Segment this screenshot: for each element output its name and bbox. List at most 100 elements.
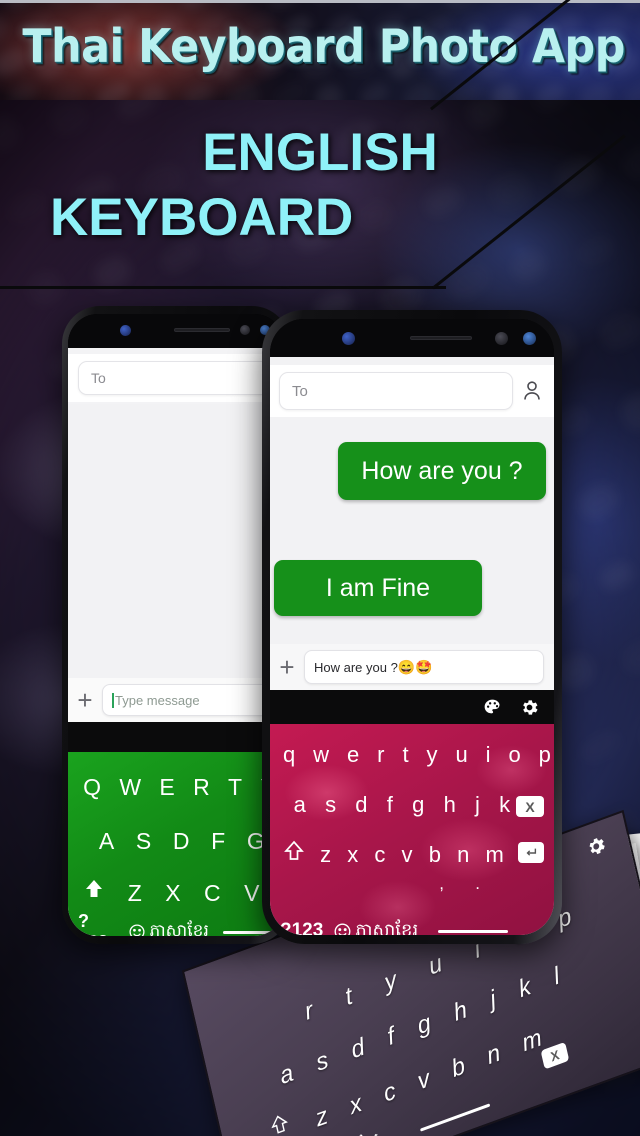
- front-keyboard-row-2[interactable]: asdfghjkl: [284, 792, 544, 818]
- tilted-keyboard-key-k[interactable]: k: [516, 973, 534, 1005]
- smiley-icon[interactable]: [333, 922, 352, 935]
- back-keyboard-key-R[interactable]: R: [193, 774, 210, 801]
- gear-icon[interactable]: [583, 832, 609, 861]
- tilted-keyboard-key-t[interactable]: t: [343, 982, 356, 1012]
- front-keyboard-key-m[interactable]: m: [486, 842, 504, 868]
- tilted-keyboard-key-r[interactable]: r: [302, 997, 316, 1027]
- front-keyboard-key-i[interactable]: i: [486, 742, 491, 768]
- front-keyboard-key-g[interactable]: g: [412, 792, 424, 818]
- back-to-field[interactable]: To: [78, 361, 274, 395]
- tilted-keyboard-key-g[interactable]: g: [415, 1009, 434, 1041]
- front-keyboard-key-o[interactable]: o: [508, 742, 520, 768]
- back-language-key[interactable]: ភាសាខ្មែរ: [149, 920, 208, 937]
- phone-back-top-bezel: [68, 314, 284, 348]
- front-keyboard[interactable]: qwertyuiop asdfghjkl zxcvbnm X ,: [270, 724, 554, 935]
- front-to-field[interactable]: To: [279, 372, 513, 410]
- plus-icon[interactable]: +: [68, 687, 102, 713]
- front-keyboard-key-x[interactable]: x: [347, 842, 358, 868]
- front-keyboard-key-s[interactable]: s: [325, 792, 336, 818]
- tilted-spacebar[interactable]: [420, 1103, 491, 1132]
- back-keyboard-toolbar: [68, 722, 284, 752]
- front-keyboard-key-v[interactable]: v: [402, 842, 413, 868]
- front-message-input[interactable]: How are you ? 😄🤩: [304, 650, 544, 684]
- front-keyboard-key-a[interactable]: a: [294, 792, 306, 818]
- front-keyboard-key-n[interactable]: n: [457, 842, 469, 868]
- front-keyboard-key-h[interactable]: h: [444, 792, 456, 818]
- front-symbols-key[interactable]: ?123: [280, 920, 323, 935]
- back-keyboard-key-Z[interactable]: Z: [128, 880, 142, 907]
- enter-icon[interactable]: [518, 842, 544, 863]
- front-delete-key[interactable]: X: [516, 796, 544, 817]
- tilted-keyboard-key-x[interactable]: x: [347, 1089, 365, 1121]
- tilted-keyboard-key-u[interactable]: u: [426, 950, 445, 982]
- back-keyboard-key-A[interactable]: A: [99, 828, 114, 855]
- front-keyboard-key-t[interactable]: t: [402, 742, 408, 768]
- front-keyboard-key-r[interactable]: r: [377, 742, 384, 768]
- tilted-keyboard-key-v[interactable]: v: [415, 1065, 433, 1097]
- tilted-keyboard-key-b[interactable]: b: [449, 1052, 468, 1084]
- back-keyboard-bottom-row[interactable]: ?123 ភាសាខ្មែរ: [68, 911, 284, 937]
- front-keyboard-key-f[interactable]: f: [387, 792, 393, 818]
- back-keyboard-row-1[interactable]: QWERTYU: [74, 774, 284, 801]
- tilted-keyboard-key-f[interactable]: f: [385, 1022, 398, 1052]
- tilted-keyboard-key-a[interactable]: a: [277, 1059, 296, 1091]
- message-bubble-outgoing[interactable]: How are you ?: [338, 442, 546, 500]
- front-keyboard-row-1[interactable]: qwertyuiop: [274, 742, 554, 768]
- back-keyboard-key-V[interactable]: V: [244, 880, 259, 907]
- tilted-language-key[interactable]: ភាសាខ្មែរ: [324, 1127, 382, 1136]
- front-keyboard-key-p[interactable]: p: [539, 742, 551, 768]
- front-keyboard-key-q[interactable]: q: [283, 742, 295, 768]
- front-keyboard-key-w[interactable]: w: [313, 742, 329, 768]
- back-keyboard[interactable]: QWERTYU ASDFGH ZXCVB ?123: [68, 752, 284, 936]
- gear-icon[interactable]: [519, 697, 540, 718]
- front-period-key[interactable]: .: [475, 874, 480, 894]
- front-keyboard-row-3[interactable]: zxcvbnm: [312, 842, 512, 868]
- phone-front-top-bezel: [270, 319, 554, 357]
- front-keyboard-key-e[interactable]: e: [347, 742, 359, 768]
- back-keyboard-key-T[interactable]: T: [228, 774, 242, 801]
- front-keyboard-key-u[interactable]: u: [455, 742, 467, 768]
- tilted-keyboard-key-z[interactable]: z: [313, 1102, 331, 1134]
- tilted-keyboard-key-j[interactable]: j: [487, 985, 498, 1014]
- front-spacebar[interactable]: [438, 929, 509, 933]
- back-message-input[interactable]: Type message: [102, 684, 274, 716]
- back-keyboard-row-3[interactable]: ZXCVB: [116, 880, 284, 907]
- tilted-keyboard-key-c[interactable]: c: [381, 1077, 399, 1109]
- tilted-keyboard-key-d[interactable]: d: [349, 1033, 368, 1065]
- palette-icon[interactable]: [482, 697, 503, 718]
- proximity-sensor-icon: [495, 332, 508, 345]
- front-keyboard-key-d[interactable]: d: [355, 792, 367, 818]
- tilted-shift-key[interactable]: [269, 1112, 290, 1136]
- smiley-icon[interactable]: [128, 923, 146, 936]
- person-icon[interactable]: [519, 380, 545, 402]
- plus-icon[interactable]: +: [270, 654, 304, 680]
- back-keyboard-row-2[interactable]: ASDFGH: [88, 828, 284, 855]
- front-keyboard-key-y[interactable]: y: [427, 742, 438, 768]
- front-keyboard-bottom-row[interactable]: ?123 ភាសាខ្មែរ: [270, 909, 554, 935]
- front-language-key[interactable]: ភាសាខ្មែរ: [355, 918, 418, 936]
- back-keyboard-key-C[interactable]: C: [204, 880, 221, 907]
- back-keyboard-key-D[interactable]: D: [173, 828, 190, 855]
- back-keyboard-key-W[interactable]: W: [119, 774, 141, 801]
- front-keyboard-key-b[interactable]: b: [429, 842, 441, 868]
- front-keyboard-key-c[interactable]: c: [374, 842, 385, 868]
- back-keyboard-key-X[interactable]: X: [165, 880, 180, 907]
- back-keyboard-key-Q[interactable]: Q: [83, 774, 101, 801]
- tilted-keyboard-key-s[interactable]: s: [314, 1046, 332, 1078]
- front-shift-key[interactable]: [284, 840, 304, 862]
- tilted-keyboard-key-l[interactable]: l: [551, 962, 562, 991]
- back-keyboard-key-S[interactable]: S: [136, 828, 151, 855]
- tilted-keyboard-key-n[interactable]: n: [484, 1039, 503, 1071]
- front-comma-key[interactable]: ,: [439, 874, 444, 894]
- message-bubble-incoming[interactable]: I am Fine: [274, 560, 482, 616]
- app-store-screenshot: Thai Keyboard Photo App ENGLISH KEYBOARD…: [0, 0, 640, 1136]
- front-keyboard-key-k[interactable]: k: [499, 792, 510, 818]
- front-keyboard-key-z[interactable]: z: [320, 842, 331, 868]
- tilted-keyboard-key-y[interactable]: y: [382, 966, 400, 998]
- back-symbols-key[interactable]: ?123: [78, 911, 118, 936]
- back-shift-key[interactable]: [84, 878, 104, 900]
- back-keyboard-key-F[interactable]: F: [211, 828, 225, 855]
- tilted-keyboard-key-h[interactable]: h: [451, 996, 470, 1028]
- back-keyboard-key-E[interactable]: E: [159, 774, 174, 801]
- front-keyboard-key-j[interactable]: j: [475, 792, 480, 818]
